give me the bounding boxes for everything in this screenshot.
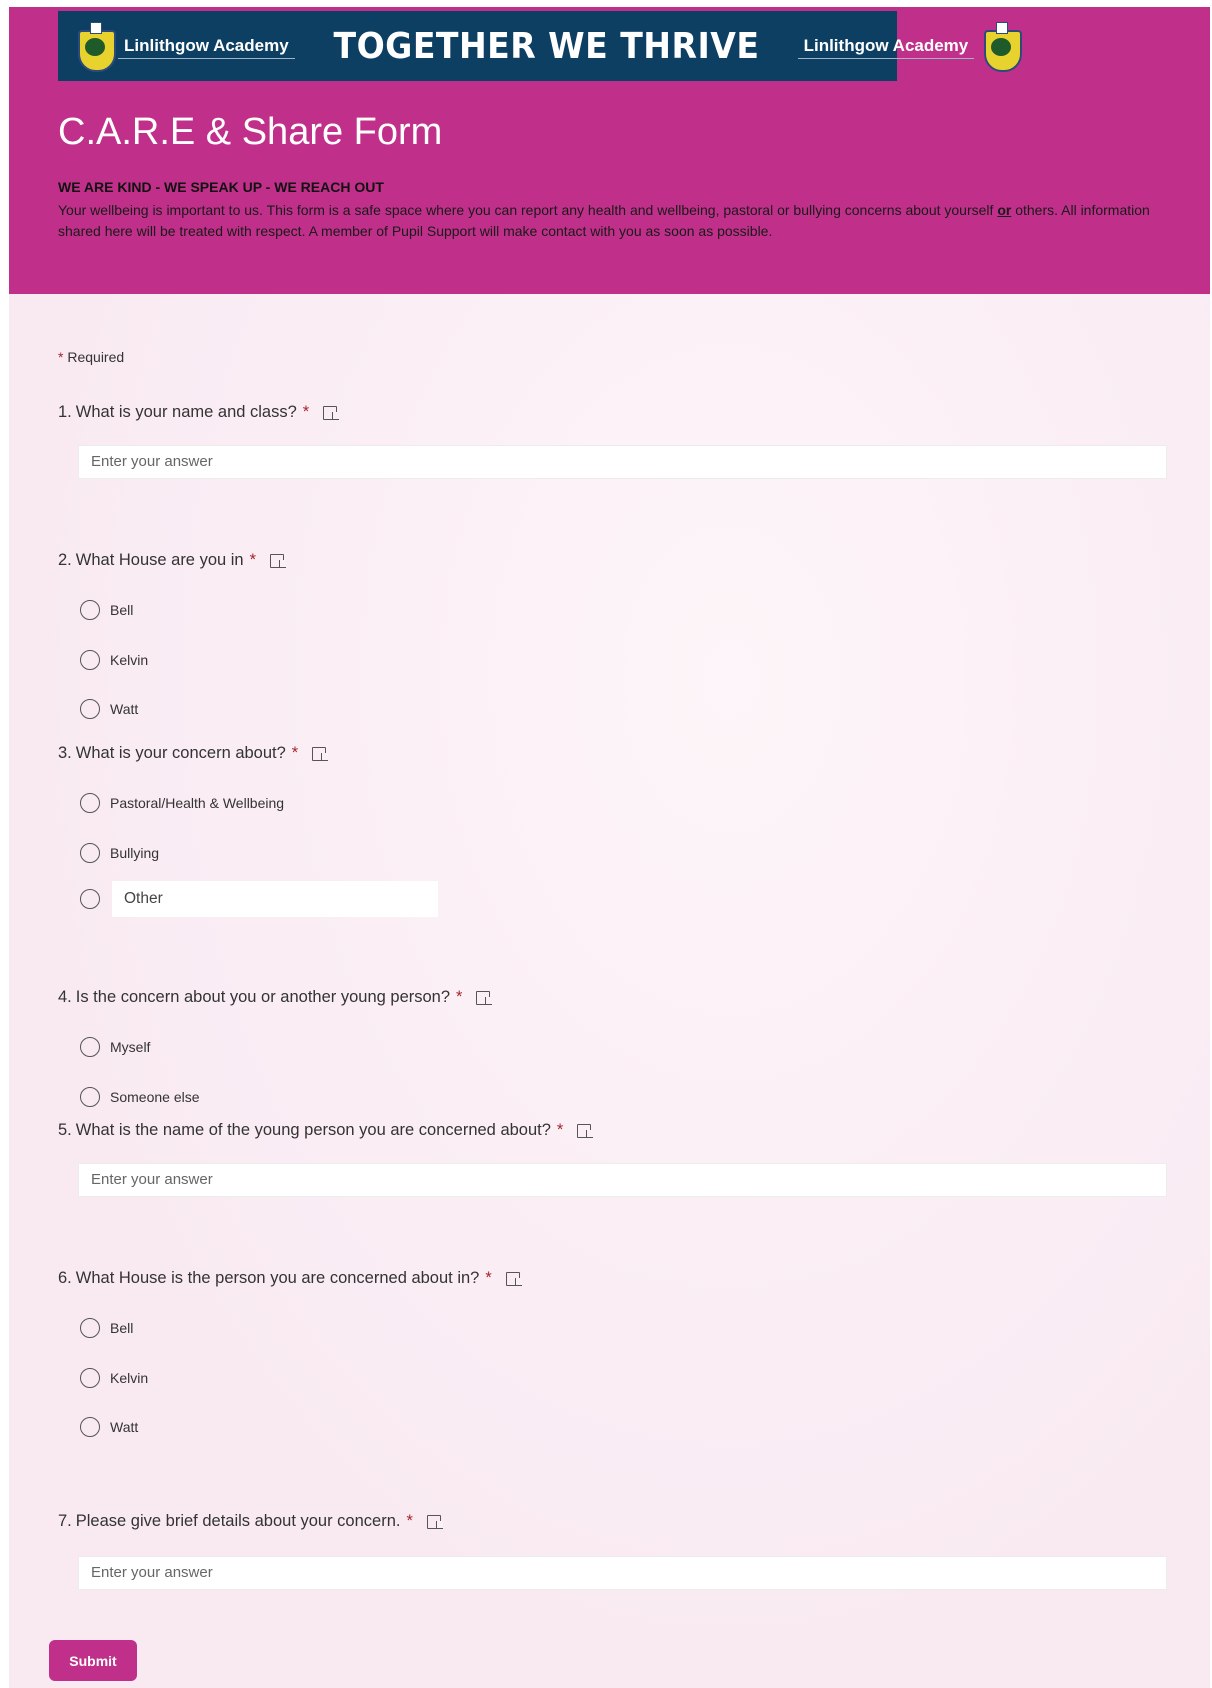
question-number: 5. bbox=[58, 1121, 72, 1139]
question-text: Is the concern about you or another youn… bbox=[75, 988, 451, 1006]
question-7-title: 7. Please give brief details about your … bbox=[58, 1512, 443, 1531]
form-description-part1: Your wellbeing is important to us. This … bbox=[58, 202, 998, 218]
option-label: Kelvin bbox=[110, 1370, 149, 1386]
question-4-title: 4. Is the concern about you or another y… bbox=[58, 988, 493, 1007]
required-star: * bbox=[302, 403, 310, 421]
question-4: 4. Is the concern about you or another y… bbox=[58, 988, 493, 1007]
option-label: Watt bbox=[110, 1419, 139, 1435]
form-page: Linlithgow Academy TOGETHER WE THRIVE Li… bbox=[9, 7, 1210, 1688]
option-label: Pastoral/Health & Wellbeing bbox=[110, 795, 285, 811]
required-note: * Required bbox=[58, 349, 124, 365]
house-option-kelvin[interactable]: Kelvin bbox=[80, 650, 148, 670]
concern-option-pastoral[interactable]: Pastoral/Health & Wellbeing bbox=[80, 793, 284, 813]
question-1: 1. What is your name and class? * bbox=[58, 403, 340, 422]
concern-target-myself[interactable]: Myself bbox=[80, 1037, 150, 1057]
concern-option-bullying[interactable]: Bullying bbox=[80, 843, 159, 863]
radio-button[interactable] bbox=[80, 1368, 100, 1388]
radio-button[interactable] bbox=[80, 699, 100, 719]
radio-button[interactable] bbox=[80, 1417, 100, 1437]
option-label: Bell bbox=[110, 1320, 134, 1336]
question-5: 5. What is the name of the young person … bbox=[58, 1121, 594, 1140]
radio-button[interactable] bbox=[80, 793, 100, 813]
form-slogan: WE ARE KIND - WE SPEAK UP - WE REACH OUT bbox=[58, 179, 384, 195]
radio-button[interactable] bbox=[80, 843, 100, 863]
form-header: Linlithgow Academy TOGETHER WE THRIVE Li… bbox=[9, 7, 1210, 294]
house-option-bell[interactable]: Bell bbox=[80, 600, 133, 620]
required-star: * bbox=[406, 1512, 413, 1530]
option-label: Bell bbox=[110, 602, 134, 618]
concern-target-someone-else[interactable]: Someone else bbox=[80, 1087, 200, 1107]
required-star: * bbox=[58, 349, 64, 365]
form-description: Your wellbeing is important to us. This … bbox=[58, 200, 1173, 242]
question-number: 4. bbox=[58, 988, 72, 1006]
question-1-title: 1. What is your name and class? * bbox=[58, 403, 340, 422]
submit-button[interactable]: Submit bbox=[49, 1640, 137, 1681]
radio-button[interactable] bbox=[80, 1087, 100, 1107]
immersive-reader-icon[interactable] bbox=[476, 990, 493, 1005]
required-star: * bbox=[485, 1269, 492, 1287]
banner-school-name-left: Linlithgow Academy bbox=[118, 34, 295, 59]
immersive-reader-icon[interactable] bbox=[270, 553, 287, 568]
option-label: Kelvin bbox=[110, 652, 149, 668]
banner-school-name-right: Linlithgow Academy bbox=[797, 34, 975, 59]
required-star: * bbox=[291, 744, 299, 762]
house-option-watt[interactable]: Watt bbox=[80, 699, 138, 719]
other-house-option-bell[interactable]: Bell bbox=[80, 1318, 133, 1338]
form-title: C.A.R.E & Share Form bbox=[58, 111, 443, 153]
school-crest-icon bbox=[978, 20, 1024, 72]
option-label: Someone else bbox=[110, 1089, 200, 1105]
question-3-title: 3. What is your concern about? * bbox=[58, 744, 329, 763]
question-7: 7. Please give brief details about your … bbox=[58, 1512, 443, 1531]
school-crest-icon bbox=[72, 20, 118, 72]
immersive-reader-icon[interactable] bbox=[505, 1271, 522, 1286]
question-number: 3. bbox=[58, 744, 72, 762]
banner-motto: TOGETHER WE THRIVE bbox=[333, 25, 760, 67]
question-text: What is your name and class? bbox=[75, 403, 297, 421]
required-label: Required bbox=[67, 349, 125, 365]
question-text: What House is the person you are concern… bbox=[75, 1269, 480, 1287]
question-number: 7. bbox=[58, 1512, 72, 1530]
question-text: What House are you in bbox=[75, 551, 244, 569]
other-house-option-watt[interactable]: Watt bbox=[80, 1417, 138, 1437]
question-number: 6. bbox=[58, 1269, 72, 1287]
question-2-title: 2. What House are you in * bbox=[58, 551, 287, 570]
question-6-title: 6. What House is the person you are conc… bbox=[58, 1269, 522, 1288]
concern-details-input[interactable]: Enter your answer bbox=[78, 1556, 1167, 1590]
radio-button[interactable] bbox=[80, 1037, 100, 1057]
question-3: 3. What is your concern about? * bbox=[58, 744, 329, 763]
form-description-emphasis: or bbox=[997, 202, 1012, 218]
question-text: What is your concern about? bbox=[75, 744, 286, 762]
immersive-reader-icon[interactable] bbox=[323, 405, 340, 420]
question-2: 2. What House are you in * bbox=[58, 551, 287, 570]
radio-button[interactable] bbox=[80, 650, 100, 670]
radio-button[interactable] bbox=[80, 889, 100, 909]
name-class-input[interactable]: Enter your answer bbox=[78, 445, 1167, 479]
other-text-input[interactable]: Other bbox=[112, 881, 438, 917]
option-label: Watt bbox=[110, 701, 139, 717]
radio-button[interactable] bbox=[80, 1318, 100, 1338]
question-number: 1. bbox=[58, 403, 72, 421]
required-star: * bbox=[249, 551, 257, 569]
immersive-reader-icon[interactable] bbox=[426, 1514, 443, 1529]
question-text: What is the name of the young person you… bbox=[75, 1121, 551, 1139]
young-person-name-input[interactable]: Enter your answer bbox=[78, 1163, 1167, 1197]
immersive-reader-icon[interactable] bbox=[577, 1123, 594, 1138]
immersive-reader-icon[interactable] bbox=[312, 746, 329, 761]
option-label: Bullying bbox=[110, 845, 160, 861]
option-label: Myself bbox=[110, 1039, 151, 1055]
question-number: 2. bbox=[58, 551, 72, 569]
required-star: * bbox=[456, 988, 463, 1006]
question-5-title: 5. What is the name of the young person … bbox=[58, 1121, 594, 1140]
school-banner: Linlithgow Academy TOGETHER WE THRIVE Li… bbox=[58, 11, 1023, 81]
other-house-option-kelvin[interactable]: Kelvin bbox=[80, 1368, 148, 1388]
concern-option-other[interactable]: Other bbox=[80, 881, 438, 917]
question-6: 6. What House is the person you are conc… bbox=[58, 1269, 522, 1288]
question-text: Please give brief details about your con… bbox=[75, 1512, 401, 1530]
radio-button[interactable] bbox=[80, 600, 100, 620]
required-star: * bbox=[556, 1121, 564, 1139]
